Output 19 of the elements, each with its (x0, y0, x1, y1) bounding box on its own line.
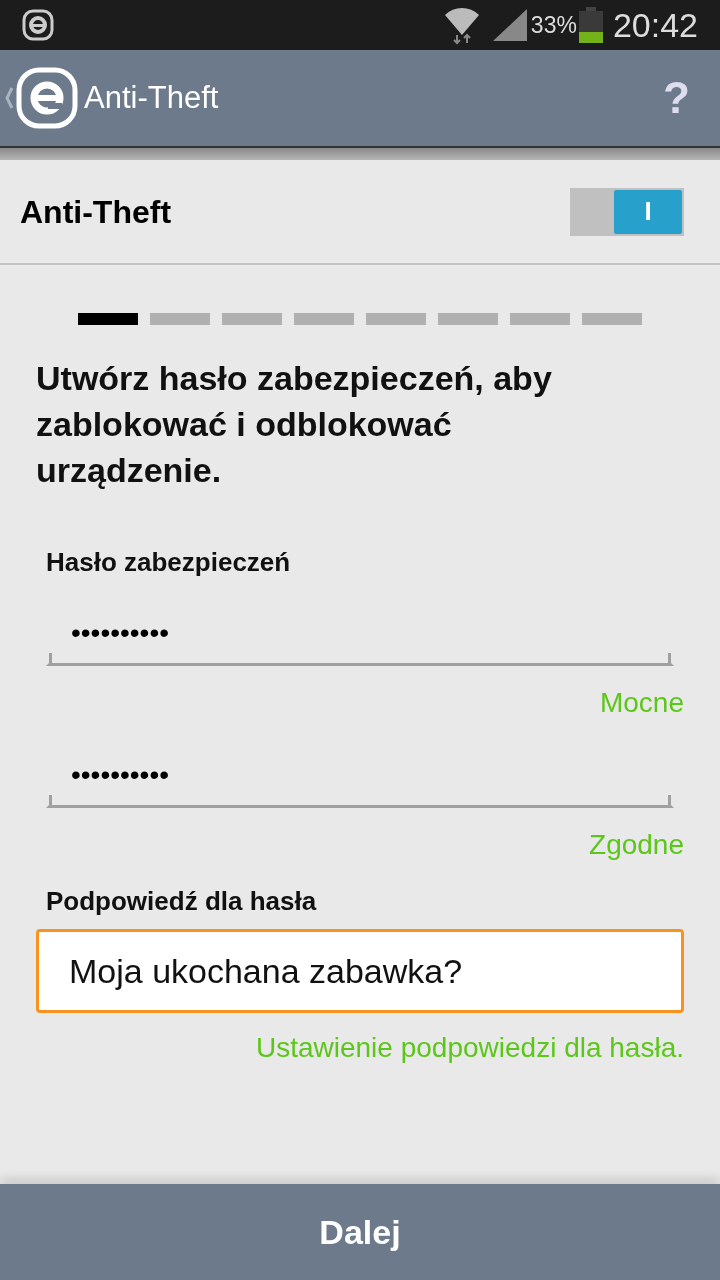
back-icon (4, 86, 14, 110)
helper-text: Ustawienie podpowiedzi dla hasła. (254, 1031, 685, 1065)
hint-field[interactable]: Moja ukochana zabawka? (36, 929, 684, 1013)
clock: 20:42 (612, 4, 698, 46)
strength-text: Zgodne (588, 828, 685, 862)
strength-text: Mocne (598, 686, 685, 720)
next-button[interactable]: Dalej (0, 1184, 720, 1280)
signal-icon (492, 9, 527, 41)
feature-label: Anti-Theft (20, 192, 172, 232)
field-label: Podpowiedź dla hasła (45, 885, 318, 918)
app-notification-icon (22, 9, 54, 41)
battery-icon (578, 7, 603, 43)
app-title: Anti-Theft (84, 78, 219, 117)
back-button[interactable] (4, 67, 78, 129)
field-label: Hasło zabezpieczeń (45, 546, 292, 579)
instruction-heading: Utwórz hasło zabezpieczeń, aby zablokować i odblokować urządzenie. (35, 358, 553, 491)
battery-percent: 33% (530, 10, 577, 40)
wifi-icon (442, 5, 481, 45)
app-logo-icon (16, 67, 78, 129)
